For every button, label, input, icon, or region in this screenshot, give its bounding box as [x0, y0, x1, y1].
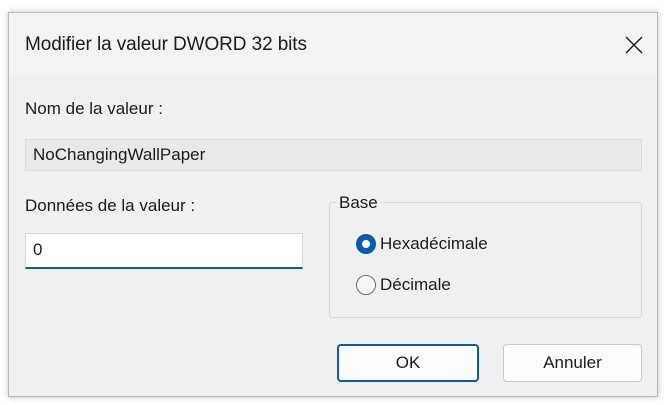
radio-checked-indicator[interactable]: [356, 234, 376, 254]
cancel-button[interactable]: Annuler: [503, 344, 642, 382]
value-data-label: Données de la valeur :: [25, 196, 196, 215]
value-name-label: Nom de la valeur :: [25, 99, 163, 118]
radio-unchecked-indicator[interactable]: [356, 275, 376, 295]
close-button[interactable]: [611, 13, 657, 77]
value-data-input[interactable]: 0: [25, 233, 303, 269]
radio-hexadecimal-label: Hexadécimale: [380, 234, 488, 253]
radio-decimal-label: Décimale: [380, 275, 451, 294]
title-bar: Modifier la valeur DWORD 32 bits: [9, 13, 657, 77]
value-name-field[interactable]: NoChangingWallPaper: [25, 139, 642, 171]
base-group: [329, 202, 642, 318]
radio-decimal[interactable]: Décimale: [356, 273, 451, 297]
dialog-title: Modifier la valeur DWORD 32 bits: [25, 34, 307, 55]
edit-dword-dialog: Modifier la valeur DWORD 32 bits Nom de …: [8, 12, 658, 397]
close-icon: [625, 36, 643, 54]
ok-button[interactable]: OK: [337, 344, 479, 382]
base-legend: Base: [336, 193, 381, 213]
radio-hexadecimal[interactable]: Hexadécimale: [356, 232, 488, 256]
